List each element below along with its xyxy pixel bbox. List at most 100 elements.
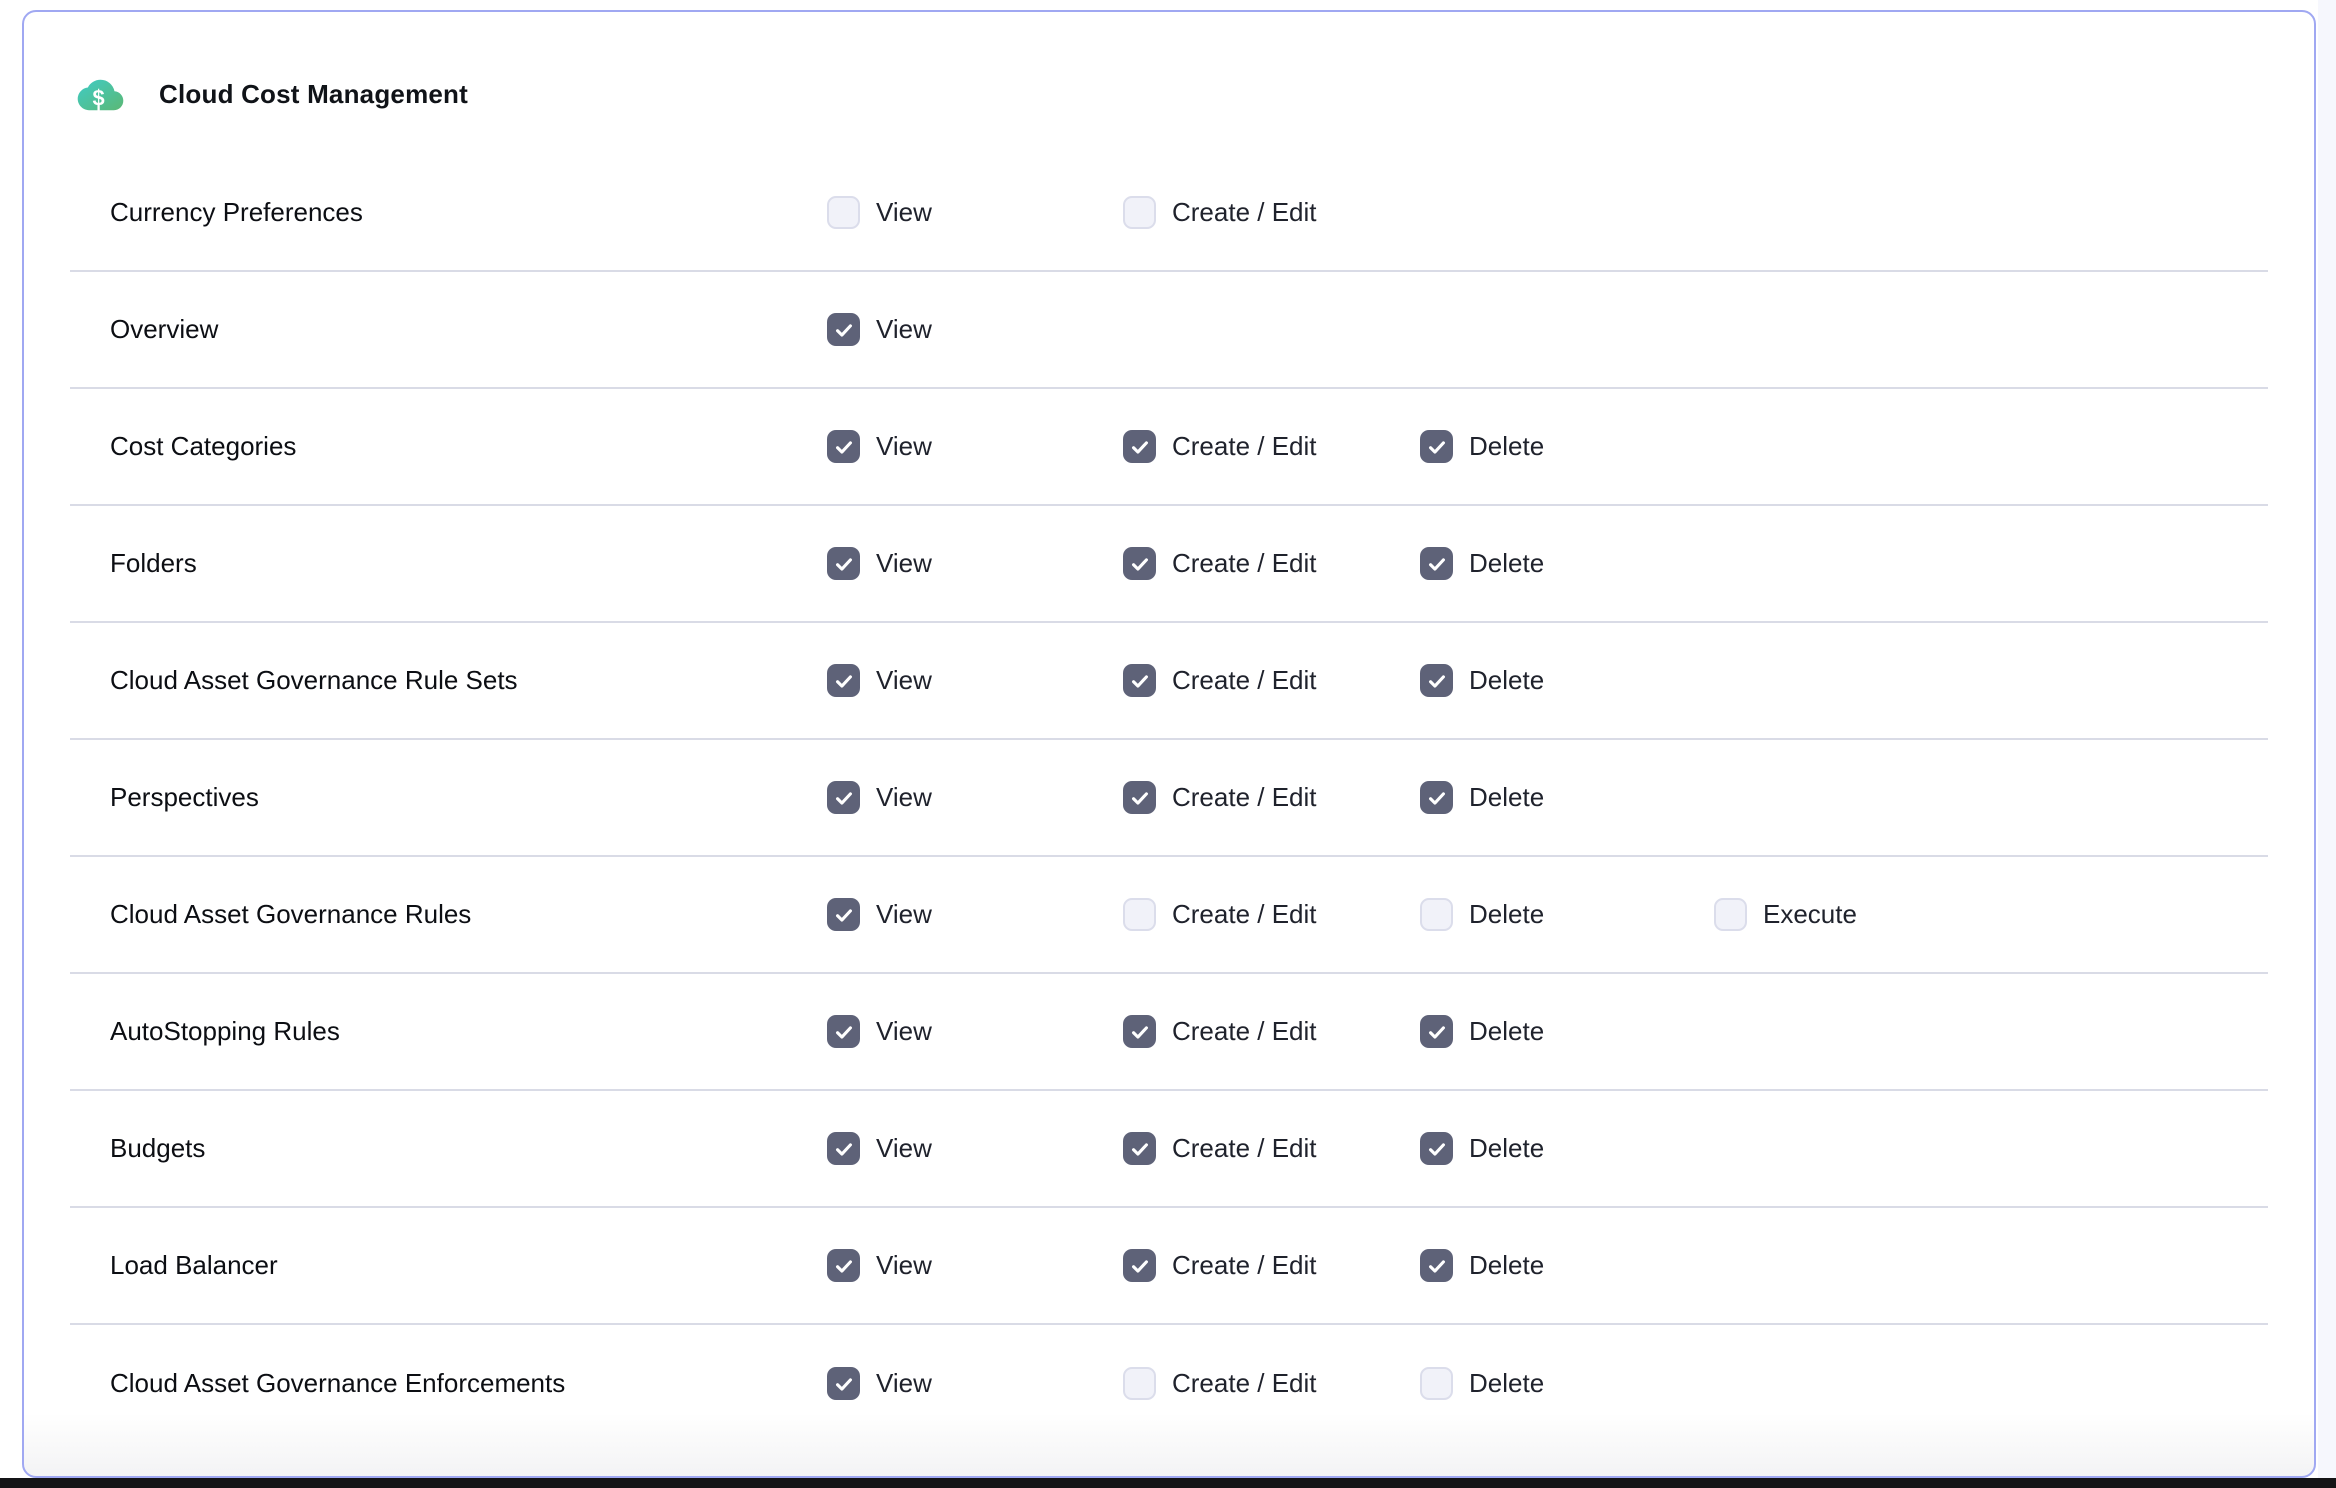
create-edit-checkbox[interactable] <box>1123 1132 1156 1165</box>
view-checkbox[interactable] <box>827 1249 860 1282</box>
view-checkbox[interactable] <box>827 664 860 697</box>
create-edit-checkbox[interactable] <box>1123 1249 1156 1282</box>
delete-checkbox-label[interactable]: Delete <box>1469 1133 1544 1164</box>
create-edit-checkbox-label[interactable]: Create / Edit <box>1172 1250 1317 1281</box>
view-checkbox-cell[interactable]: View <box>827 781 1123 814</box>
delete-checkbox[interactable] <box>1420 781 1453 814</box>
create-edit-checkbox-label[interactable]: Create / Edit <box>1172 548 1317 579</box>
resource-label: Cost Categories <box>110 431 827 462</box>
delete-checkbox-cell[interactable]: Delete <box>1420 781 1714 814</box>
create-edit-checkbox[interactable] <box>1123 1367 1156 1400</box>
permission-rows: Currency PreferencesViewCreate / EditOve… <box>24 155 2314 1442</box>
view-checkbox-label[interactable]: View <box>876 314 932 345</box>
create-edit-checkbox-cell[interactable]: Create / Edit <box>1123 898 1420 931</box>
delete-checkbox[interactable] <box>1420 547 1453 580</box>
create-edit-checkbox-cell[interactable]: Create / Edit <box>1123 196 1420 229</box>
view-checkbox-cell[interactable]: View <box>827 1132 1123 1165</box>
delete-checkbox-label[interactable]: Delete <box>1469 1016 1544 1047</box>
view-checkbox-cell[interactable]: View <box>827 898 1123 931</box>
resource-label: Cloud Asset Governance Rule Sets <box>110 665 827 696</box>
delete-checkbox-cell[interactable]: Delete <box>1420 898 1714 931</box>
view-checkbox[interactable] <box>827 430 860 463</box>
create-edit-checkbox[interactable] <box>1123 664 1156 697</box>
delete-checkbox-label[interactable]: Delete <box>1469 548 1544 579</box>
create-edit-checkbox[interactable] <box>1123 430 1156 463</box>
view-checkbox[interactable] <box>827 1015 860 1048</box>
view-checkbox[interactable] <box>827 547 860 580</box>
permission-row: BudgetsViewCreate / EditDelete <box>70 1091 2268 1208</box>
create-edit-checkbox-cell[interactable]: Create / Edit <box>1123 1132 1420 1165</box>
view-checkbox-label[interactable]: View <box>876 1016 932 1047</box>
delete-checkbox-label[interactable]: Delete <box>1469 782 1544 813</box>
delete-checkbox[interactable] <box>1420 1367 1453 1400</box>
view-checkbox-label[interactable]: View <box>876 1133 932 1164</box>
create-edit-checkbox-label[interactable]: Create / Edit <box>1172 899 1317 930</box>
view-checkbox-cell[interactable]: View <box>827 1367 1123 1400</box>
create-edit-checkbox-label[interactable]: Create / Edit <box>1172 1368 1317 1399</box>
view-checkbox[interactable] <box>827 1132 860 1165</box>
create-edit-checkbox-cell[interactable]: Create / Edit <box>1123 1015 1420 1048</box>
cloud-dollar-icon: $ <box>76 76 125 114</box>
view-checkbox-cell[interactable]: View <box>827 430 1123 463</box>
create-edit-checkbox-cell[interactable]: Create / Edit <box>1123 430 1420 463</box>
delete-checkbox-label[interactable]: Delete <box>1469 431 1544 462</box>
view-checkbox[interactable] <box>827 313 860 346</box>
create-edit-checkbox-cell[interactable]: Create / Edit <box>1123 1367 1420 1400</box>
view-checkbox[interactable] <box>827 898 860 931</box>
view-checkbox-cell[interactable]: View <box>827 664 1123 697</box>
delete-checkbox-cell[interactable]: Delete <box>1420 1367 1714 1400</box>
view-checkbox-cell[interactable]: View <box>827 1249 1123 1282</box>
delete-checkbox-cell[interactable]: Delete <box>1420 664 1714 697</box>
create-edit-checkbox[interactable] <box>1123 781 1156 814</box>
view-checkbox-cell[interactable]: View <box>827 1015 1123 1048</box>
view-checkbox-cell[interactable]: View <box>827 547 1123 580</box>
delete-checkbox-label[interactable]: Delete <box>1469 1368 1544 1399</box>
delete-checkbox[interactable] <box>1420 898 1453 931</box>
create-edit-checkbox-cell[interactable]: Create / Edit <box>1123 1249 1420 1282</box>
delete-checkbox[interactable] <box>1420 664 1453 697</box>
create-edit-checkbox[interactable] <box>1123 196 1156 229</box>
create-edit-checkbox-cell[interactable]: Create / Edit <box>1123 664 1420 697</box>
create-edit-checkbox[interactable] <box>1123 547 1156 580</box>
delete-checkbox-label[interactable]: Delete <box>1469 1250 1544 1281</box>
create-edit-checkbox-label[interactable]: Create / Edit <box>1172 1016 1317 1047</box>
delete-checkbox[interactable] <box>1420 1132 1453 1165</box>
view-checkbox[interactable] <box>827 1367 860 1400</box>
execute-checkbox-label[interactable]: Execute <box>1763 899 1857 930</box>
execute-checkbox[interactable] <box>1714 898 1747 931</box>
view-checkbox-label[interactable]: View <box>876 197 932 228</box>
create-edit-checkbox-label[interactable]: Create / Edit <box>1172 431 1317 462</box>
execute-checkbox-cell[interactable]: Execute <box>1714 898 2268 931</box>
create-edit-checkbox-cell[interactable]: Create / Edit <box>1123 547 1420 580</box>
create-edit-checkbox[interactable] <box>1123 1015 1156 1048</box>
view-checkbox[interactable] <box>827 196 860 229</box>
permission-row: FoldersViewCreate / EditDelete <box>70 506 2268 623</box>
delete-checkbox-label[interactable]: Delete <box>1469 899 1544 930</box>
view-checkbox-label[interactable]: View <box>876 548 932 579</box>
view-checkbox-label[interactable]: View <box>876 665 932 696</box>
delete-checkbox-cell[interactable]: Delete <box>1420 430 1714 463</box>
view-checkbox[interactable] <box>827 781 860 814</box>
view-checkbox-cell[interactable]: View <box>827 313 1123 346</box>
view-checkbox-cell[interactable]: View <box>827 196 1123 229</box>
create-edit-checkbox-label[interactable]: Create / Edit <box>1172 197 1317 228</box>
delete-checkbox[interactable] <box>1420 430 1453 463</box>
delete-checkbox[interactable] <box>1420 1249 1453 1282</box>
delete-checkbox-cell[interactable]: Delete <box>1420 1015 1714 1048</box>
create-edit-checkbox-label[interactable]: Create / Edit <box>1172 665 1317 696</box>
view-checkbox-label[interactable]: View <box>876 899 932 930</box>
view-checkbox-label[interactable]: View <box>876 1250 932 1281</box>
resource-label: Load Balancer <box>110 1250 827 1281</box>
delete-checkbox-cell[interactable]: Delete <box>1420 547 1714 580</box>
delete-checkbox-cell[interactable]: Delete <box>1420 1132 1714 1165</box>
view-checkbox-label[interactable]: View <box>876 782 932 813</box>
create-edit-checkbox-cell[interactable]: Create / Edit <box>1123 781 1420 814</box>
view-checkbox-label[interactable]: View <box>876 431 932 462</box>
create-edit-checkbox-label[interactable]: Create / Edit <box>1172 782 1317 813</box>
delete-checkbox[interactable] <box>1420 1015 1453 1048</box>
create-edit-checkbox-label[interactable]: Create / Edit <box>1172 1133 1317 1164</box>
delete-checkbox-label[interactable]: Delete <box>1469 665 1544 696</box>
view-checkbox-label[interactable]: View <box>876 1368 932 1399</box>
delete-checkbox-cell[interactable]: Delete <box>1420 1249 1714 1282</box>
create-edit-checkbox[interactable] <box>1123 898 1156 931</box>
